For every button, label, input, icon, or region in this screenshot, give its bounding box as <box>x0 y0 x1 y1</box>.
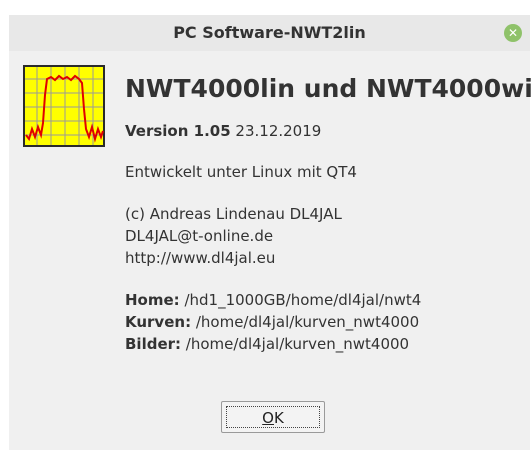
bilder-path-value: /home/dl4jal/kurven_nwt4000 <box>181 335 410 353</box>
kurven-path-label: Kurven: <box>125 313 192 331</box>
frequency-response-icon <box>23 65 105 147</box>
website-text: http://www.dl4jal.eu <box>125 249 276 267</box>
close-icon[interactable]: ✕ <box>504 24 522 42</box>
kurven-path: Kurven: /home/dl4jal/kurven_nwt4000 <box>125 313 419 331</box>
version-date: 23.12.2019 <box>230 122 322 140</box>
version-label: Version 1.05 <box>125 122 231 140</box>
kurven-path-value: /home/dl4jal/kurven_nwt4000 <box>191 313 420 331</box>
email-text: DL4JAL@t-online.de <box>125 227 274 245</box>
version-line: Version 1.05 23.12.2019 <box>125 122 321 140</box>
home-path-value: /hd1_1000GB/home/dl4jal/nwt4 <box>179 291 422 309</box>
home-path-label: Home: <box>125 291 180 309</box>
title-bar[interactable]: PC Software-NWT2lin ✕ <box>9 15 530 51</box>
ok-button[interactable]: OK <box>221 401 325 433</box>
home-path: Home: /hd1_1000GB/home/dl4jal/nwt4 <box>125 291 421 309</box>
copyright-text: (c) Andreas Lindenau DL4JAL <box>125 205 342 223</box>
about-dialog: PC Software-NWT2lin ✕ NWT4000lin und NWT… <box>9 15 531 450</box>
bilder-path: Bilder: /home/dl4jal/kurven_nwt4000 <box>125 335 409 353</box>
ok-button-label: OK <box>262 409 284 427</box>
bilder-path-label: Bilder: <box>125 335 182 353</box>
window-title: PC Software-NWT2lin <box>173 23 366 42</box>
app-heading: NWT4000lin und NWT4000win <box>125 74 531 103</box>
developed-text: Entwickelt unter Linux mit QT4 <box>125 163 357 181</box>
